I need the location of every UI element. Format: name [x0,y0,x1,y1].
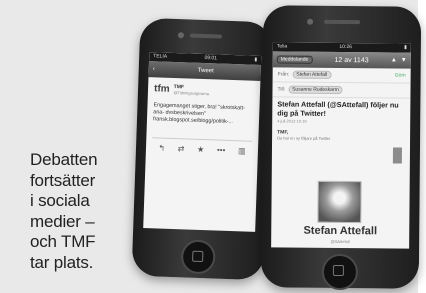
favorite-icon[interactable]: ★ [197,145,204,154]
caption-text: Debatten fortsätter i sociala medier – o… [30,150,120,273]
avatar[interactable] [317,180,362,224]
phone-left: TELIA 09:01 ▮ ‹ Tweet tfm TMF @Tidningsu… [131,17,273,281]
caption-line: medier – [30,211,95,231]
trash-icon[interactable]: ▥ [238,146,246,155]
to-label: Till: [277,86,286,93]
caption-line: och TMF [30,232,96,251]
home-button[interactable] [180,239,216,275]
tweet-header: tfm TMF @Tidningsutgivarna [154,83,254,97]
home-button[interactable] [321,253,359,291]
carrier-label: Telia [276,43,288,50]
recipient-chip[interactable]: Susanne Rudeskarm [288,85,343,95]
mail-subject: Stefan Attefall (@SAttefall) följer nu d… [277,99,399,118]
from-label: Från: [277,71,290,78]
from-row: Från: Stefan Attefall Göm [272,67,411,84]
back-button[interactable]: ‹ [153,66,155,72]
mail-nav-bar: Meddelande 12 av 1143 ▲ ▼ [272,51,411,69]
caption-line: tar plats. [30,252,94,272]
caption-line: i sociala [30,191,90,210]
tweet-card: tfm TMF @Tidningsutgivarna Engagemanget … [146,77,261,156]
more-icon[interactable]: ••• [217,146,226,155]
phone-right: Telia 10:26 ▮ Meddelande 12 av 1143 ▲ ▼ … [260,5,422,291]
tweet-actions: ↰ ⇄ ★ ••• ▥ [151,137,253,156]
battery-icon: ▮ [254,56,258,63]
caption-line: Debatten [30,150,98,169]
to-row: Till: Susanne Rudeskarm [272,82,411,99]
bookmark-icon [392,147,402,164]
message-counter: 12 av 1143 [334,56,369,64]
phone-screen: Telia 10:26 ▮ Meddelande 12 av 1143 ▲ ▼ … [271,42,411,249]
battery-icon: ▮ [404,44,407,51]
profile-name: Stefan Attefall [303,224,378,238]
retweet-icon[interactable]: ⇄ [178,144,185,153]
speaker-grille [324,19,361,25]
profile-handle: @SAttefall [330,238,350,245]
tweet-body: Engagemanget stiger, bra! "skrotskatt- a… [152,102,246,126]
down-arrow-icon[interactable]: ▼ [401,58,407,64]
phone-screen: TELIA 09:01 ▮ ‹ Tweet tfm TMF @Tidningsu… [143,52,262,232]
tweet-handle: @Tidningsutgivarna [173,89,210,97]
carrier-label: TELIA [153,53,168,60]
clock: 09:01 [204,55,218,62]
sender-chip[interactable]: Stefan Attefall [292,70,332,79]
inbox-button[interactable]: Meddelande [276,55,313,64]
hide-link[interactable]: Göm [395,72,406,78]
nav-title: Tweet [197,67,214,75]
clock: 10:26 [339,43,352,51]
mail-brand-sub: Du har en ny följare på Twitter [277,135,331,141]
reply-icon[interactable]: ↰ [158,143,165,152]
tmf-logo: tfm [153,83,170,95]
front-camera [177,32,185,39]
caption-line: fortsätter [30,170,96,190]
up-arrow-icon[interactable]: ▲ [391,57,397,63]
speaker-grille [189,33,223,39]
front-camera [307,18,314,25]
